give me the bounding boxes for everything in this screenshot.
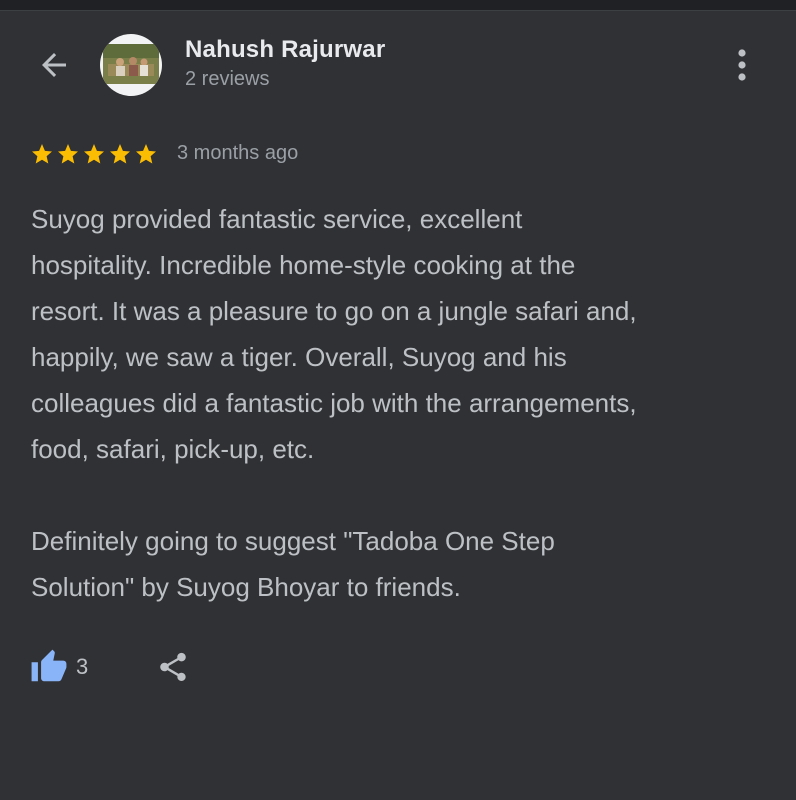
star-icon [84, 144, 104, 164]
review-text: Suyog provided fantastic service, excell… [31, 204, 637, 602]
avatar[interactable] [100, 34, 162, 96]
avatar-photo [100, 34, 162, 96]
like-count: 3 [76, 654, 89, 679]
star-icon [110, 144, 130, 164]
top-divider [0, 10, 796, 11]
top-edge-bar [0, 0, 796, 10]
back-button[interactable] [34, 45, 74, 85]
more-options-button[interactable] [726, 44, 758, 86]
star-rating [30, 142, 158, 166]
thumbs-up-icon [31, 649, 67, 682]
arrow-left-icon [42, 53, 66, 77]
share-button[interactable] [156, 650, 190, 684]
reviewer-name[interactable]: Nahush Rajurwar [185, 36, 385, 64]
star-icon [136, 144, 156, 164]
like-button[interactable]: 3 [30, 648, 88, 686]
star-icon [32, 144, 52, 164]
share-icon [160, 652, 186, 682]
review-time: 3 months ago [177, 142, 299, 164]
more-vertical-icon [738, 49, 746, 81]
reviewer-review-count: 2 reviews [185, 68, 270, 90]
star-icon [58, 144, 78, 164]
